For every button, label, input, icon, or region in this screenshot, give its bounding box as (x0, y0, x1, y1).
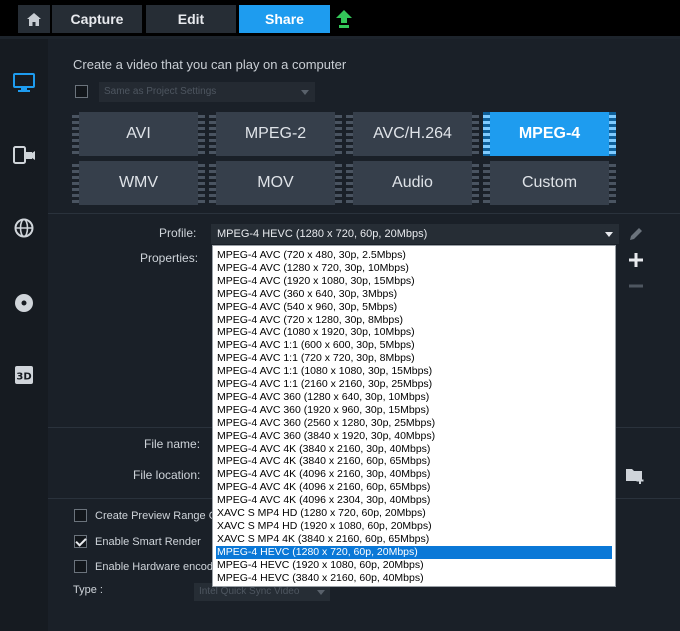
profile-option[interactable]: MPEG-4 AVC (1920 x 1080, 30p, 15Mbps) (216, 275, 612, 288)
format-wmv-button[interactable]: WMV (72, 161, 205, 205)
sidebar-item-device[interactable] (0, 131, 48, 179)
profile-option[interactable]: MPEG-4 AVC 4K (4096 x 2160, 60p, 65Mbps) (216, 481, 612, 494)
profile-option[interactable]: MPEG-4 AVC (720 x 1280, 30p, 8Mbps) (216, 314, 612, 327)
profile-option[interactable]: MPEG-4 AVC (360 x 640, 30p, 3Mbps) (216, 288, 612, 301)
type-label: Type : (73, 584, 103, 596)
page-title: Create a video that you can play on a co… (73, 57, 347, 72)
3d-icon: 3D (15, 366, 33, 384)
chevron-down-icon (301, 90, 309, 95)
monitor-icon (13, 73, 35, 92)
profile-option[interactable]: XAVC S MP4 HD (1280 x 720, 60p, 20Mbps) (216, 507, 612, 520)
profile-option[interactable]: MPEG-4 AVC 4K (4096 x 2304, 30p, 40Mbps) (216, 494, 612, 507)
profile-option[interactable]: MPEG-4 HEVC (1920 x 1080, 60p, 20Mbps) (216, 559, 612, 572)
profile-option[interactable]: MPEG-4 AVC (1280 x 720, 30p, 10Mbps) (216, 262, 612, 275)
globe-icon (14, 218, 34, 238)
file-name-label: File name: (144, 437, 201, 451)
profile-option[interactable]: MPEG-4 AVC 1:1 (2160 x 2160, 30p, 25Mbps… (216, 378, 612, 391)
profile-option[interactable]: MPEG-4 HEVC (3840 x 2160, 60p, 40Mbps) (216, 572, 612, 585)
profile-option[interactable]: MPEG-4 AVC 360 (2560 x 1280, 30p, 25Mbps… (216, 417, 612, 430)
profile-option[interactable]: MPEG-4 AVC (540 x 960, 30p, 5Mbps) (216, 301, 612, 314)
svg-text:3D: 3D (16, 372, 31, 383)
tab-edit[interactable]: Edit (146, 5, 236, 33)
profile-option[interactable]: MPEG-4 HEVC (1280 x 720, 60p, 20Mbps) (216, 545, 612, 559)
tab-capture[interactable]: Capture (52, 5, 142, 33)
device-icon (13, 146, 35, 164)
format-avi-button[interactable]: AVI (72, 112, 205, 156)
profile-option[interactable]: MPEG-4 AVC 1:1 (600 x 600, 30p, 5Mbps) (216, 339, 612, 352)
profile-option[interactable]: MPEG-4 AVC 1:1 (720 x 720, 30p, 8Mbps) (216, 352, 612, 365)
profile-option[interactable]: MPEG-4 AVC 4K (3840 x 2160, 60p, 65Mbps) (216, 455, 612, 468)
sidebar-item-3d[interactable]: 3D (0, 351, 48, 399)
home-icon (27, 12, 41, 26)
section-divider (48, 213, 680, 214)
home-button[interactable] (18, 5, 50, 33)
remove-icon[interactable] (628, 278, 644, 294)
profile-option[interactable]: XAVC S MP4 4K (3840 x 2160, 60p, 65Mbps) (216, 533, 612, 546)
properties-label: Properties: (140, 251, 199, 265)
format-avc-h264-button[interactable]: AVC/H.264 (346, 112, 479, 156)
share-sidebar: 3D (0, 39, 48, 631)
tab-share[interactable]: Share (239, 5, 330, 33)
profile-option[interactable]: MPEG-4 AVC 360 (1280 x 640, 30p, 10Mbps) (216, 391, 612, 404)
smart-render-checkbox[interactable] (74, 535, 87, 548)
sidebar-item-computer[interactable] (0, 59, 48, 107)
preview-range-checkbox[interactable] (74, 509, 87, 522)
profile-dropdown-list: MPEG-4 AVC (720 x 480, 30p, 2.5Mbps) MPEG… (212, 245, 616, 587)
profile-value: MPEG-4 HEVC (1280 x 720, 60p, 20Mbps) (217, 228, 428, 240)
profile-option[interactable]: MPEG-4 AVC (720 x 480, 30p, 2.5Mbps) (216, 249, 612, 262)
folder-add-icon[interactable] (625, 466, 645, 484)
edit-pencil-icon[interactable] (628, 226, 644, 242)
format-mov-button[interactable]: MOV (209, 161, 342, 205)
preview-range-label: Create Preview Range Onl (95, 510, 226, 522)
profile-option[interactable]: MPEG-4 AVC 4K (3840 x 2160, 30p, 40Mbps) (216, 443, 612, 456)
upload-arrow-icon[interactable] (336, 10, 352, 28)
top-tab-bar: Capture Edit Share (0, 0, 680, 36)
profile-option[interactable]: MPEG-4 AVC 4K (4096 x 2160, 30p, 40Mbps) (216, 468, 612, 481)
same-as-project-checkbox[interactable] (75, 85, 88, 98)
smart-render-label: Enable Smart Render (95, 536, 201, 548)
same-as-project-label: Same as Project Settings (104, 86, 217, 97)
hardware-encode-label: Enable Hardware encode (95, 561, 220, 573)
disc-icon (15, 294, 33, 312)
hardware-encode-checkbox[interactable] (74, 560, 87, 573)
profile-option[interactable]: MPEG-4 AVC 360 (3840 x 1920, 30p, 40Mbps… (216, 430, 612, 443)
format-custom-button[interactable]: Custom (483, 161, 616, 205)
profile-option[interactable]: MPEG-4 AVC 1:1 (1080 x 1080, 30p, 15Mbps… (216, 365, 612, 378)
same-as-project-select[interactable]: Same as Project Settings (99, 82, 315, 102)
type-value: Intel Quick Sync Video (199, 586, 300, 597)
profile-select[interactable]: MPEG-4 HEVC (1280 x 720, 60p, 20Mbps) (211, 224, 619, 244)
chevron-down-icon (605, 232, 613, 237)
profile-option[interactable]: XAVC S MP4 HD (1920 x 1080, 60p, 20Mbps) (216, 520, 612, 533)
profile-option[interactable]: MPEG-4 AVC (1080 x 1920, 30p, 10Mbps) (216, 326, 612, 339)
format-audio-button[interactable]: Audio (346, 161, 479, 205)
sidebar-item-web[interactable] (0, 204, 48, 252)
file-location-label: File location: (133, 468, 201, 482)
profile-option[interactable]: MPEG-4 AVC 360 (1920 x 960, 30p, 15Mbps) (216, 404, 612, 417)
chevron-down-icon (317, 590, 325, 595)
profile-label: Profile: (159, 226, 197, 240)
format-mpeg2-button[interactable]: MPEG-2 (209, 112, 342, 156)
sidebar-item-disc[interactable] (0, 279, 48, 327)
format-mpeg4-button[interactable]: MPEG-4 (483, 112, 616, 156)
add-icon[interactable] (628, 252, 644, 268)
